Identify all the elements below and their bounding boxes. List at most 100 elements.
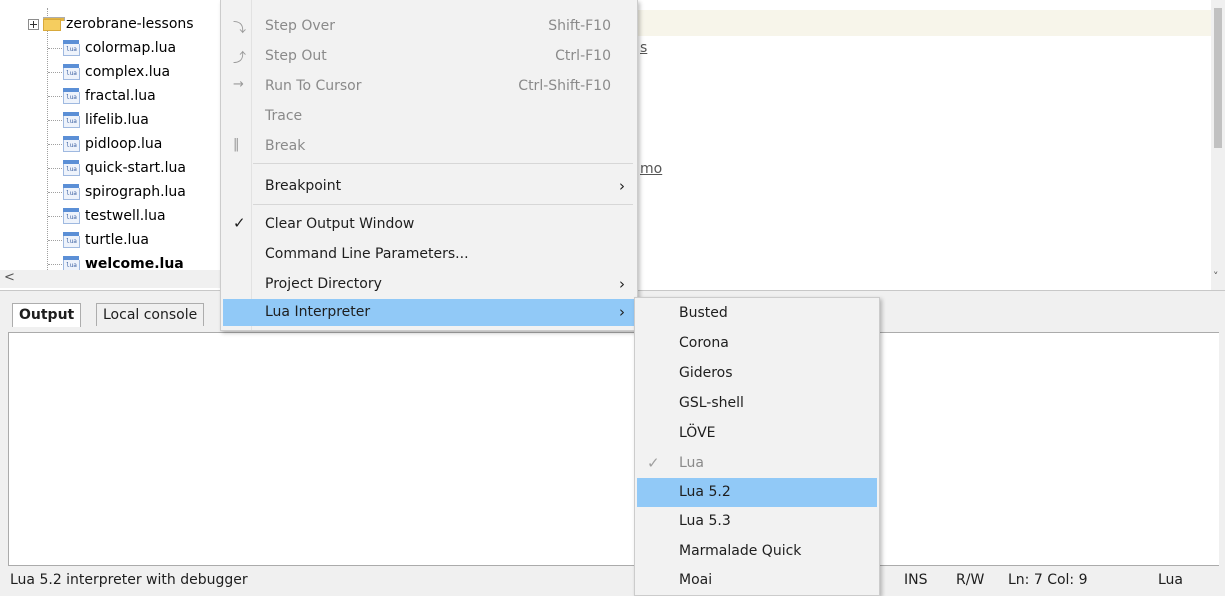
interpreter-lua-5-3[interactable]: Lua 5.3 (637, 507, 877, 536)
lua-file-icon: lua (63, 208, 80, 224)
menu-item-run-to-cursor[interactable]: → Run To Cursor Ctrl-Shift-F10 (223, 73, 635, 100)
tree-file-label: pidloop.lua (85, 136, 163, 152)
menu-item-step-over[interactable]: ⤵ Step Over Shift-F10 (223, 13, 635, 40)
interpreter-lua[interactable]: ✓ Lua (637, 449, 877, 478)
status-message: Lua 5.2 interpreter with debugger (10, 572, 248, 588)
interpreter-moai[interactable]: Moai (637, 566, 877, 595)
folder-icon (43, 17, 65, 31)
menu-item-label: Command Line Parameters... (265, 246, 469, 262)
tree-folder-zerobrane-lessons[interactable]: zerobrane-lessons (28, 12, 194, 36)
break-icon: ‖ (233, 137, 240, 152)
tree-file-item[interactable]: lua colormap.lua (48, 36, 176, 60)
tree-file-label: quick-start.lua (85, 160, 186, 176)
run-to-cursor-icon: → (233, 77, 244, 92)
tab-local-console[interactable]: Local console (96, 303, 205, 326)
tree-file-item[interactable]: lua pidloop.lua (48, 132, 162, 156)
menu-item-label: Trace (265, 108, 303, 124)
tree-file-label: turtle.lua (85, 232, 149, 248)
lua-file-icon: lua (63, 40, 80, 56)
interpreter-label: Gideros (679, 365, 733, 381)
expand-icon[interactable] (28, 18, 39, 30)
chevron-right-icon: › (619, 303, 625, 321)
tree-file-label: testwell.lua (85, 208, 166, 224)
status-cursor-position: Ln: 7 Col: 9 (1008, 572, 1088, 588)
status-read-write: R/W (956, 572, 985, 588)
tab-output[interactable]: Output (12, 303, 82, 327)
menu-item-clear-output-window[interactable]: ✓ Clear Output Window (223, 211, 635, 238)
menu-item-label: Project Directory (265, 276, 382, 292)
menu-item-label: Step Over (265, 18, 335, 34)
lua-file-icon: lua (63, 136, 80, 152)
interpreter-label: LÖVE (679, 425, 716, 441)
tree-file-label: complex.lua (85, 64, 171, 80)
checkmark-icon: ✓ (647, 454, 660, 472)
tree-file-item[interactable]: lua spirograph.lua (48, 180, 186, 204)
step-over-icon: ⤵ (233, 21, 247, 36)
status-insert-mode: INS (904, 572, 928, 588)
interpreter-gsl-shell[interactable]: GSL-shell (637, 389, 877, 418)
checkmark-icon: ✓ (233, 214, 246, 232)
project-tree[interactable]: zerobrane-lessons lua colormap.lua lua c… (0, 0, 232, 290)
chevron-right-icon: › (619, 177, 625, 195)
tree-folder-label: zerobrane-lessons (66, 16, 194, 32)
chevron-right-icon: › (619, 275, 625, 293)
tree-file-item[interactable]: lua turtle.lua (48, 228, 149, 252)
editor-text-fragment[interactable]: mo (640, 161, 662, 177)
menu-item-label: Breakpoint (265, 178, 342, 194)
interpreter-marmalade-quick[interactable]: Marmalade Quick (637, 537, 877, 566)
output-panel[interactable] (8, 332, 1219, 566)
menu-item-label: Run To Cursor (265, 78, 362, 94)
menu-item-break[interactable]: ‖ Break (223, 133, 635, 160)
interpreter-label: Lua 5.2 (679, 484, 731, 500)
menu-item-shortcut: Shift-F10 (548, 18, 611, 34)
interpreter-label: Corona (679, 335, 729, 351)
lua-file-icon: lua (63, 160, 80, 176)
tree-file-label: lifelib.lua (85, 112, 149, 128)
scrollbar-thumb[interactable] (1214, 8, 1222, 148)
tree-file-label: fractal.lua (85, 88, 156, 104)
menu-item-project-directory[interactable]: Project Directory › (223, 271, 635, 298)
interpreter-label: Lua (679, 455, 705, 471)
editor-vertical-scrollbar[interactable]: ˅ (1211, 0, 1225, 290)
tree-horizontal-scrollbar[interactable]: < (0, 270, 232, 288)
menu-item-label: Clear Output Window (265, 216, 415, 232)
step-out-icon: ⤴ (233, 51, 247, 66)
tree-file-item[interactable]: lua quick-start.lua (48, 156, 186, 180)
interpreter-love[interactable]: LÖVE (637, 419, 877, 448)
menu-item-lua-interpreter[interactable]: Lua Interpreter › (223, 299, 635, 326)
editor-pane[interactable] (634, 0, 1225, 290)
menu-separator (253, 204, 633, 205)
tree-file-label: colormap.lua (85, 40, 177, 56)
tree-file-item[interactable]: lua lifelib.lua (48, 108, 149, 132)
menu-separator (253, 163, 633, 164)
interpreter-label: GSL-shell (679, 395, 744, 411)
interpreter-label: Moai (679, 572, 713, 588)
menu-item-breakpoint[interactable]: Breakpoint › (223, 173, 635, 200)
menu-item-command-line-parameters[interactable]: Command Line Parameters... (223, 241, 635, 268)
tree-file-item[interactable]: lua testwell.lua (48, 204, 166, 228)
interpreter-label: Marmalade Quick (679, 543, 802, 559)
menu-item-label: Lua Interpreter (265, 304, 371, 320)
scroll-left-icon[interactable]: < (4, 270, 15, 285)
tree-file-item[interactable]: lua fractal.lua (48, 84, 156, 108)
menu-item-step-out[interactable]: ⤴ Step Out Ctrl-F10 (223, 43, 635, 70)
tree-file-item[interactable]: lua complex.lua (48, 60, 170, 84)
lua-file-icon: lua (63, 88, 80, 104)
interpreter-lua-5-2[interactable]: Lua 5.2 (637, 478, 877, 507)
status-bar: Lua 5.2 interpreter with debugger INS R/… (0, 566, 1225, 594)
lua-file-icon: lua (63, 64, 80, 80)
scroll-down-icon[interactable]: ˅ (1213, 270, 1219, 283)
interpreter-gideros[interactable]: Gideros (637, 359, 877, 388)
interpreter-corona[interactable]: Corona (637, 329, 877, 358)
editor-text-fragment[interactable]: s (640, 40, 647, 56)
menu-item-trace[interactable]: Trace (223, 103, 635, 130)
interpreter-busted[interactable]: Busted (637, 299, 877, 328)
interpreter-label: Lua 5.3 (679, 513, 731, 529)
menu-item-label: Break (265, 138, 306, 154)
menu-item-shortcut: Ctrl-Shift-F10 (518, 78, 611, 94)
interpreter-label: Busted (679, 305, 728, 321)
debug-menu: ⤵ Step Over Shift-F10 ⤴ Step Out Ctrl-F1… (220, 0, 638, 331)
current-line-highlight (634, 10, 1211, 36)
menu-item-shortcut: Ctrl-F10 (555, 48, 611, 64)
menu-item-label: Step Out (265, 48, 327, 64)
